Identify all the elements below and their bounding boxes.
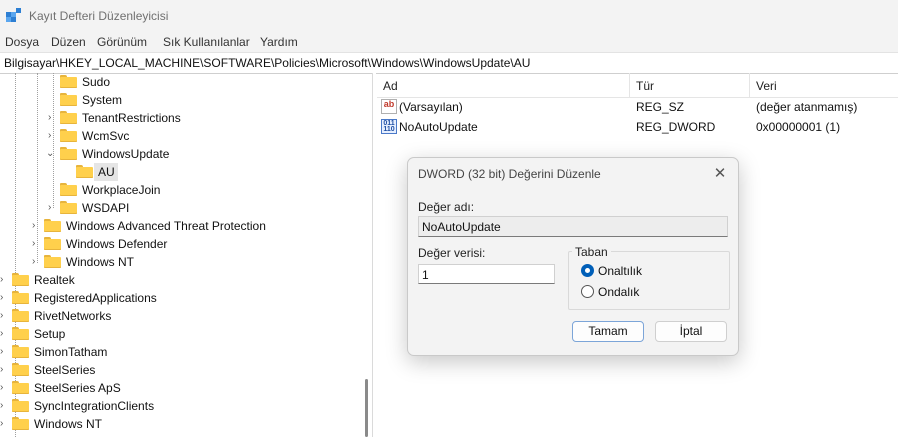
tree-item-wcmsvc[interactable]: › WcmSvc <box>48 127 358 145</box>
edit-dword-dialog: DWORD (32 bit) Değerini Düzenle ✕ Değer … <box>407 157 739 356</box>
window-title: Kayıt Defteri Düzenleyicisi <box>29 9 169 23</box>
folder-icon <box>60 111 77 124</box>
ok-button[interactable]: Tamam <box>572 321 644 342</box>
column-header-type[interactable]: Tür <box>636 79 654 93</box>
tree-item-windows-defender[interactable]: › Windows Defender <box>32 235 358 253</box>
tree-item-steelseries[interactable]: › SteelSeries <box>0 361 358 379</box>
chevron-right-icon[interactable]: › <box>0 397 10 415</box>
tree-item-steelseries-aps[interactable]: › SteelSeries ApS <box>0 379 358 397</box>
menu-view[interactable]: Görünüm <box>97 35 147 49</box>
chevron-right-icon[interactable]: › <box>48 127 58 145</box>
base-groupbox <box>568 251 730 310</box>
folder-icon <box>60 201 77 214</box>
tree-item-simontatham[interactable]: › SimonTatham <box>0 343 358 361</box>
tree-item-rivetnetworks[interactable]: › RivetNetworks <box>0 307 358 325</box>
folder-icon <box>12 327 29 340</box>
folder-icon <box>44 219 61 232</box>
tree-item-windows-nt-root[interactable]: › Windows NT <box>0 415 358 433</box>
address-bar[interactable]: Bilgisayar\HKEY_LOCAL_MACHINE\SOFTWARE\P… <box>0 52 898 74</box>
tree-item-registeredapplications[interactable]: › RegisteredApplications <box>0 289 358 307</box>
tree-item-windows-nt[interactable]: › Windows NT <box>32 253 358 271</box>
column-separator[interactable] <box>749 73 750 97</box>
hexadecimal-label[interactable]: Onaltılık <box>598 264 642 278</box>
folder-icon <box>60 93 77 106</box>
folder-icon <box>12 291 29 304</box>
chevron-right-icon[interactable]: › <box>0 271 10 289</box>
value-name-field: NoAutoUpdate <box>418 216 728 237</box>
menu-file[interactable]: Dosya <box>5 35 39 49</box>
folder-icon <box>12 381 29 394</box>
folder-icon <box>12 363 29 376</box>
menu-help[interactable]: Yardım <box>260 35 298 49</box>
tree-item-workplacejoin[interactable]: WorkplaceJoin <box>60 181 360 199</box>
folder-icon <box>12 399 29 412</box>
folder-icon <box>60 129 77 142</box>
tree-item-windowsupdate[interactable]: ⌄ WindowsUpdate <box>46 145 358 163</box>
tree-item-setup[interactable]: › Setup <box>0 325 358 343</box>
string-value-icon: ab <box>381 99 397 114</box>
dialog-title: DWORD (32 bit) Değerini Düzenle <box>418 167 601 181</box>
tree-item-au[interactable]: AU <box>76 163 136 181</box>
folder-icon <box>12 345 29 358</box>
registry-tree: Sudo System › TenantRestrictions › WcmSv… <box>0 73 372 437</box>
hexadecimal-radio[interactable] <box>581 264 594 277</box>
list-header: Ad Tür Veri <box>377 73 898 98</box>
folder-icon <box>12 309 29 322</box>
column-separator[interactable] <box>629 73 630 97</box>
chevron-right-icon[interactable]: › <box>32 235 42 253</box>
column-header-name[interactable]: Ad <box>383 79 398 93</box>
folder-icon <box>44 237 61 250</box>
tree-item-system[interactable]: System <box>60 91 360 109</box>
chevron-right-icon[interactable]: › <box>32 217 42 235</box>
chevron-right-icon[interactable]: › <box>32 253 42 271</box>
folder-icon <box>60 147 77 160</box>
close-icon[interactable]: ✕ <box>710 164 730 184</box>
title-bar: Kayıt Defteri Düzenleyicisi <box>0 0 898 32</box>
tree-item-windows-atp[interactable]: › Windows Advanced Threat Protection <box>32 217 358 235</box>
menu-edit[interactable]: Düzen <box>51 35 86 49</box>
tree-scrollbar[interactable] <box>363 73 371 437</box>
decimal-label[interactable]: Ondalık <box>598 285 639 299</box>
chevron-right-icon[interactable]: › <box>48 199 58 217</box>
menu-bar: Dosya Düzen Görünüm Sık Kullanılanlar Ya… <box>0 32 898 52</box>
menu-favorites[interactable]: Sık Kullanılanlar <box>163 35 250 49</box>
decimal-radio[interactable] <box>581 285 594 298</box>
base-group-title: Taban <box>572 245 611 259</box>
chevron-right-icon[interactable]: › <box>0 361 10 379</box>
chevron-down-icon[interactable]: ⌄ <box>46 145 56 163</box>
value-name-label: Değer adı: <box>418 200 475 214</box>
tree-item-tenantrestrictions[interactable]: › TenantRestrictions <box>48 109 358 127</box>
folder-icon <box>44 255 61 268</box>
pane-splitter[interactable] <box>372 73 376 437</box>
folder-open-icon <box>76 165 93 178</box>
tree-item-realtek[interactable]: › Realtek <box>0 271 358 289</box>
chevron-right-icon[interactable]: › <box>0 289 10 307</box>
chevron-right-icon[interactable]: › <box>0 325 10 343</box>
value-data-label: Değer verisi: <box>418 246 486 260</box>
list-item[interactable]: ab (Varsayılan) REG_SZ (değer atanmamış) <box>377 97 898 117</box>
chevron-right-icon[interactable]: › <box>0 379 10 397</box>
dword-value-icon: 011 110 <box>381 119 397 134</box>
folder-icon <box>12 417 29 430</box>
chevron-right-icon[interactable]: › <box>48 109 58 127</box>
tree-item-wsdapi[interactable]: › WSDAPI <box>48 199 358 217</box>
folder-icon <box>60 75 77 88</box>
chevron-right-icon[interactable]: › <box>0 343 10 361</box>
folder-icon <box>60 183 77 196</box>
cancel-button[interactable]: İptal <box>655 321 727 342</box>
tree-item-sudo[interactable]: Sudo <box>60 73 360 91</box>
scrollbar-thumb[interactable] <box>365 379 368 437</box>
column-header-data[interactable]: Veri <box>756 79 777 93</box>
value-data-input[interactable]: 1 <box>418 264 555 284</box>
chevron-right-icon[interactable]: › <box>0 415 10 433</box>
registry-editor-icon <box>6 8 21 22</box>
address-path[interactable]: Bilgisayar\HKEY_LOCAL_MACHINE\SOFTWARE\P… <box>4 56 530 70</box>
chevron-right-icon[interactable]: › <box>0 307 10 325</box>
list-item[interactable]: 011 110 NoAutoUpdate REG_DWORD 0x00000001… <box>377 117 898 137</box>
tree-item-syncintegrationclients[interactable]: › SyncIntegrationClients <box>0 397 358 415</box>
folder-icon <box>12 273 29 286</box>
